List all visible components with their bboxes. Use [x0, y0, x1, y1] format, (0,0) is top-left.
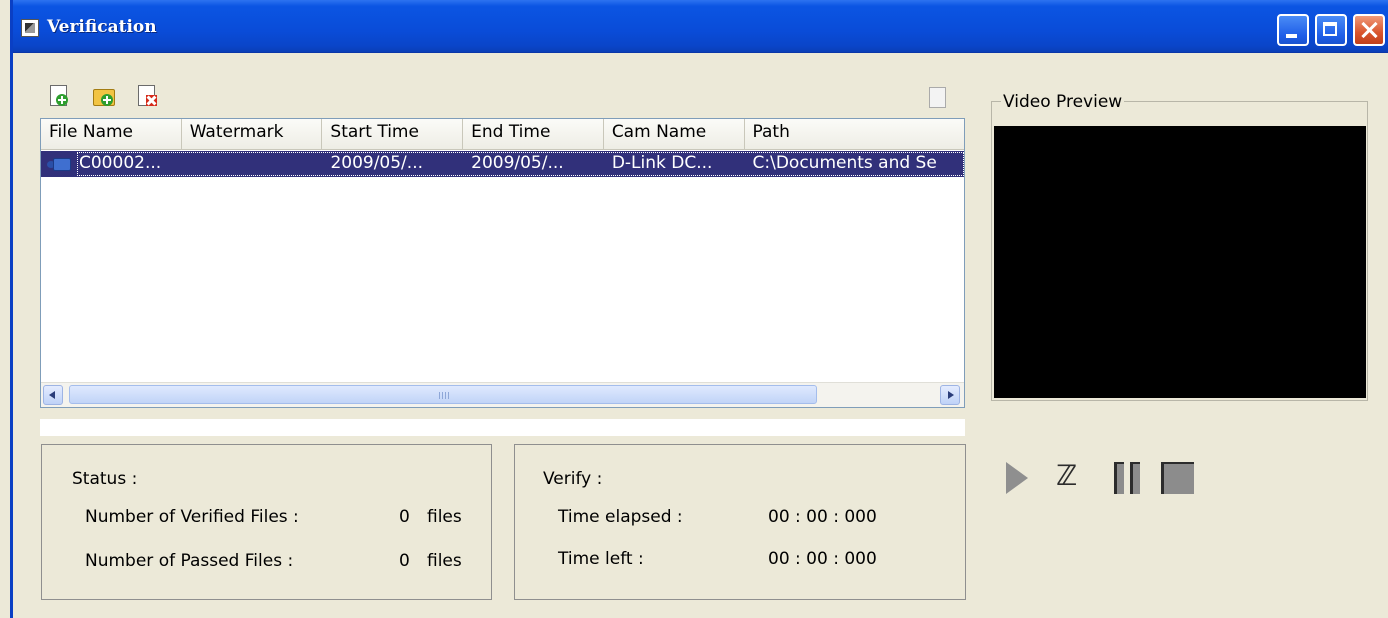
- video-preview-screen: [994, 126, 1366, 398]
- minimize-button[interactable]: [1277, 14, 1309, 46]
- column-header-file-name[interactable]: File Name: [41, 119, 182, 149]
- snapshot-icon[interactable]: ℤ: [1056, 461, 1080, 491]
- verified-files-label: Number of Verified Files :: [85, 507, 299, 527]
- status-group: Status : Number of Verified Files : 0 fi…: [41, 444, 492, 600]
- pause-icon[interactable]: [1114, 462, 1146, 494]
- column-header-cam-name[interactable]: Cam Name: [604, 119, 745, 149]
- cell-start-time: 2009/05/...: [330, 153, 423, 173]
- verification-progress-bar: [40, 419, 965, 436]
- cell-watermark: [182, 151, 323, 177]
- camera-icon: [47, 156, 71, 172]
- add-file-icon[interactable]: [47, 84, 71, 108]
- camera-body: [53, 158, 71, 171]
- video-preview-label: Video Preview: [1001, 92, 1125, 112]
- file-list[interactable]: File Name Watermark Start Time End Time …: [40, 118, 965, 408]
- cell-path: C:\Documents and Se: [752, 153, 937, 173]
- plus-badge: [56, 94, 68, 106]
- maximize-button[interactable]: [1315, 14, 1347, 46]
- scroll-right-button[interactable]: [940, 385, 960, 405]
- time-left-value: 00 : 00 : 000: [768, 549, 877, 569]
- x-badge: [146, 95, 157, 106]
- window-title: Verification: [47, 17, 157, 37]
- time-elapsed-value: 00 : 00 : 000: [768, 507, 877, 527]
- add-folder-icon[interactable]: [92, 84, 116, 108]
- scroll-left-button[interactable]: [43, 385, 63, 405]
- status-heading: Status :: [72, 469, 138, 489]
- passed-files-label: Number of Passed Files :: [85, 551, 294, 571]
- verified-files-unit: files: [427, 507, 462, 527]
- document-shape: [929, 87, 946, 108]
- verified-files-value: 0: [399, 507, 410, 527]
- verification-window: Verification File Name Watermark Start T…: [10, 0, 1388, 618]
- play-icon[interactable]: [1006, 462, 1028, 494]
- passed-files-value: 0: [399, 551, 410, 571]
- cell-file-name: C00002...: [41, 151, 182, 177]
- column-header-start-time[interactable]: Start Time: [322, 119, 464, 149]
- cell-end-time: 2009/05/...: [471, 153, 564, 173]
- scroll-thumb[interactable]: [69, 385, 817, 404]
- time-left-label: Time left :: [558, 549, 644, 569]
- stop-icon[interactable]: [1161, 462, 1194, 494]
- verify-heading: Verify :: [543, 469, 603, 489]
- passed-files-unit: files: [427, 551, 462, 571]
- column-header-watermark[interactable]: Watermark: [182, 119, 323, 149]
- file-list-row[interactable]: C00002... 2009/05/... 2009/05/... D-Link…: [41, 151, 964, 177]
- file-list-header: File Name Watermark Start Time End Time …: [41, 119, 964, 150]
- column-header-end-time[interactable]: End Time: [463, 119, 604, 149]
- cell-file-name-text: C00002...: [79, 153, 162, 173]
- close-button[interactable]: [1353, 14, 1385, 46]
- horizontal-scrollbar[interactable]: [41, 382, 964, 407]
- time-elapsed-label: Time elapsed :: [558, 507, 683, 527]
- plus-badge: [101, 94, 113, 106]
- title-bar[interactable]: Verification: [13, 0, 1388, 53]
- cell-cam-name: D-Link DC...: [611, 153, 713, 173]
- remove-file-icon[interactable]: [135, 84, 159, 108]
- app-icon[interactable]: [21, 19, 39, 37]
- column-header-path[interactable]: Path: [745, 119, 964, 149]
- verify-group: Verify : Time elapsed : 00 : 00 : 000 Ti…: [514, 444, 966, 600]
- export-icon[interactable]: [926, 86, 950, 110]
